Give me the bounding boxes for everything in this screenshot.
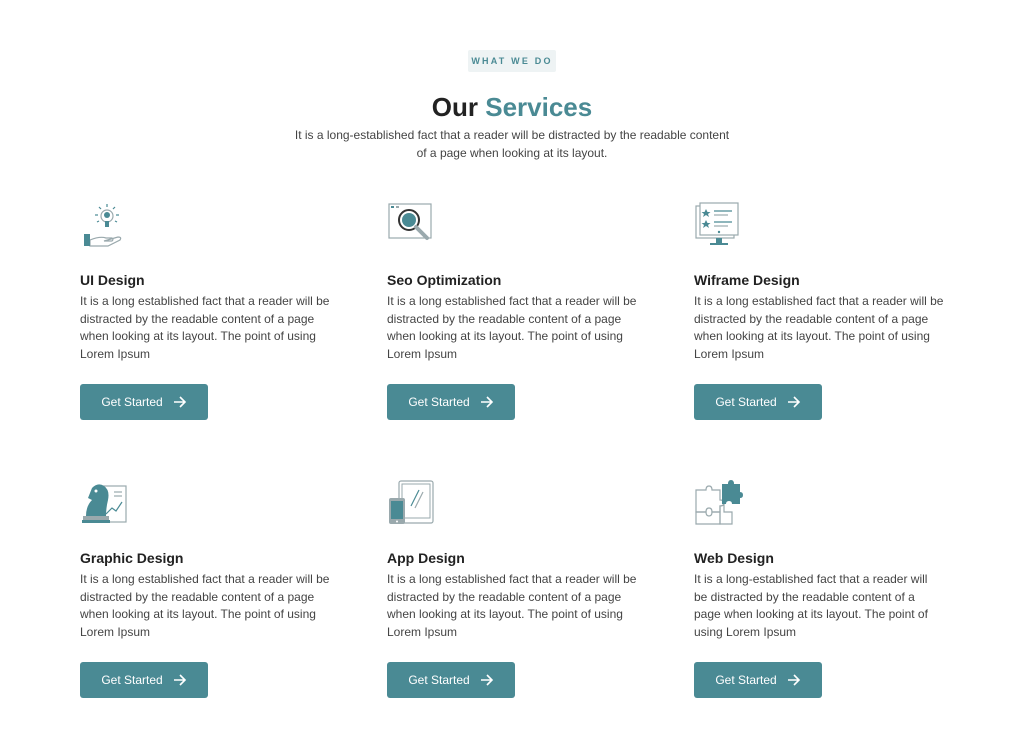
service-title: Graphic Design	[80, 550, 184, 566]
chess-knight-icon	[80, 478, 130, 528]
get-started-button[interactable]: Get Started	[694, 384, 822, 420]
service-card-app-design: App Design It is a long established fact…	[387, 478, 657, 718]
service-description: It is a long established fact that a rea…	[80, 294, 330, 361]
service-description: It is a long-established fact that a rea…	[694, 572, 928, 639]
button-label: Get Started	[715, 395, 777, 409]
section-title: Our Services	[0, 88, 1024, 126]
services-section: WHAT WE DO Our Services It is a long-est…	[0, 0, 1024, 740]
magnifier-icon	[387, 200, 437, 250]
arrow-right-icon	[173, 674, 186, 686]
service-description: It is a long established fact that a rea…	[387, 294, 637, 361]
get-started-button[interactable]: Get Started	[694, 662, 822, 698]
button-label: Get Started	[101, 673, 163, 687]
arrow-right-icon	[173, 396, 186, 408]
service-description: It is a long established fact that a rea…	[387, 572, 637, 639]
service-title: Web Design	[694, 550, 774, 566]
get-started-button[interactable]: Get Started	[80, 384, 208, 420]
section-eyebrow: WHAT WE DO	[468, 50, 556, 72]
service-card-seo-optimization: Seo Optimization It is a long establishe…	[387, 200, 657, 440]
arrow-right-icon	[787, 674, 800, 686]
section-title-accent: Services	[485, 92, 593, 122]
get-started-button[interactable]: Get Started	[387, 662, 515, 698]
service-description: It is a long established fact that a rea…	[80, 572, 330, 639]
puzzle-icon	[694, 478, 744, 528]
service-title: App Design	[387, 550, 465, 566]
service-card-ui-design: UI Design It is a long established fact …	[80, 200, 350, 440]
get-started-button[interactable]: Get Started	[80, 662, 208, 698]
service-card-wiframe-design: Wiframe Design It is a long established …	[694, 200, 964, 440]
service-title: Seo Optimization	[387, 272, 502, 288]
wireframe-monitor-icon	[694, 200, 744, 250]
arrow-right-icon	[787, 396, 800, 408]
button-label: Get Started	[408, 673, 470, 687]
arrow-right-icon	[480, 674, 493, 686]
arrow-right-icon	[480, 396, 493, 408]
service-title: Wiframe Design	[694, 272, 800, 288]
button-label: Get Started	[101, 395, 163, 409]
section-subtitle: It is a long-established fact that a rea…	[294, 128, 730, 160]
service-card-graphic-design: Graphic Design It is a long established …	[80, 478, 350, 718]
service-description: It is a long established fact that a rea…	[694, 294, 944, 361]
button-label: Get Started	[408, 395, 470, 409]
section-title-plain: Our	[431, 92, 486, 122]
service-card-web-design: Web Design It is a long-established fact…	[694, 478, 964, 718]
button-label: Get Started	[715, 673, 777, 687]
get-started-button[interactable]: Get Started	[387, 384, 515, 420]
service-title: UI Design	[80, 272, 145, 288]
lightbulb-hand-icon	[80, 200, 130, 250]
tablet-phone-icon	[387, 478, 437, 528]
